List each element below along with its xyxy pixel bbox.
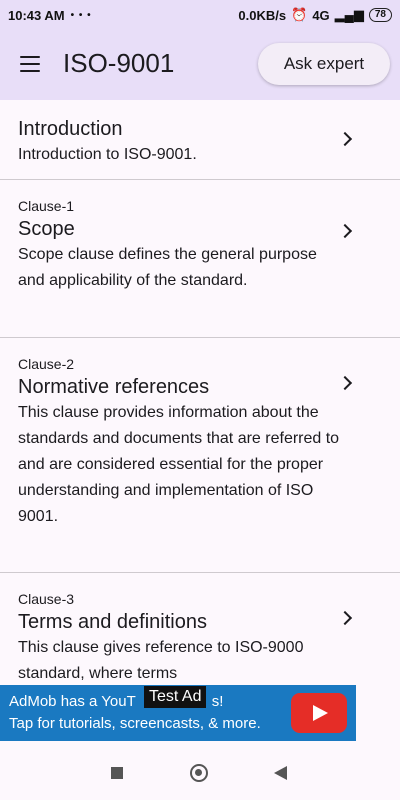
youtube-play-icon[interactable] <box>291 693 347 733</box>
ask-expert-button[interactable]: Ask expert <box>258 43 390 85</box>
status-bar: 10:43 AM • • • 0.0KB/s ⏰ 4G ▂▄▆ 78 <box>0 0 400 30</box>
alarm-icon: ⏰ <box>291 7 308 22</box>
hamburger-menu-icon[interactable] <box>20 56 40 72</box>
item-description: This clause gives reference to ISO-9000 … <box>18 639 304 682</box>
recents-square-icon[interactable] <box>111 767 123 779</box>
item-clause: Clause-1 <box>18 198 75 214</box>
list-item-introduction[interactable]: Introduction Introduction to ISO-9001. <box>0 100 400 180</box>
network-type: 4G <box>312 7 330 23</box>
page-title: ISO-9001 <box>63 48 175 78</box>
list-item-terms-and-definitions[interactable]: Clause-3 Terms and definitions This clau… <box>0 573 400 685</box>
item-clause: Clause-3 <box>18 591 75 607</box>
list-item-normative-references[interactable]: Clause-2 Normative references This claus… <box>0 338 400 573</box>
signal-icon: ▂▄▆ <box>334 7 364 22</box>
clause-list[interactable]: Introduction Introduction to ISO-9001. C… <box>0 100 400 685</box>
item-clause: Clause-2 <box>18 356 75 372</box>
system-nav-bar <box>0 741 400 800</box>
item-title: Normative references <box>18 376 210 398</box>
status-right: 0.0KB/s ⏰ 4G ▂▄▆ 78 <box>238 7 392 23</box>
chevron-right-icon <box>337 131 353 147</box>
item-description: This clause provides information about t… <box>18 404 340 525</box>
list-item-scope[interactable]: Clause-1 Scope Scope clause defines the … <box>0 180 400 338</box>
item-description: Scope clause defines the general purpose… <box>18 246 317 289</box>
chevron-right-icon <box>337 375 353 391</box>
chevron-right-icon <box>337 610 353 626</box>
item-title: Scope <box>18 218 75 240</box>
home-circle-icon[interactable] <box>190 764 208 782</box>
notification-dots: • • • <box>70 9 92 21</box>
test-ad-label: Test Ad <box>144 686 207 708</box>
chevron-right-icon <box>337 223 353 239</box>
battery-level: 78 <box>368 8 392 22</box>
app-bar: ISO-9001 Ask expert <box>0 30 400 100</box>
network-speed: 0.0KB/s <box>238 7 287 23</box>
status-time: 10:43 AM <box>8 7 65 23</box>
item-description: Introduction to ISO-9001. <box>18 146 197 163</box>
back-triangle-icon[interactable] <box>274 766 287 780</box>
item-title: Terms and definitions <box>18 611 207 633</box>
item-title: Introduction <box>18 118 123 140</box>
